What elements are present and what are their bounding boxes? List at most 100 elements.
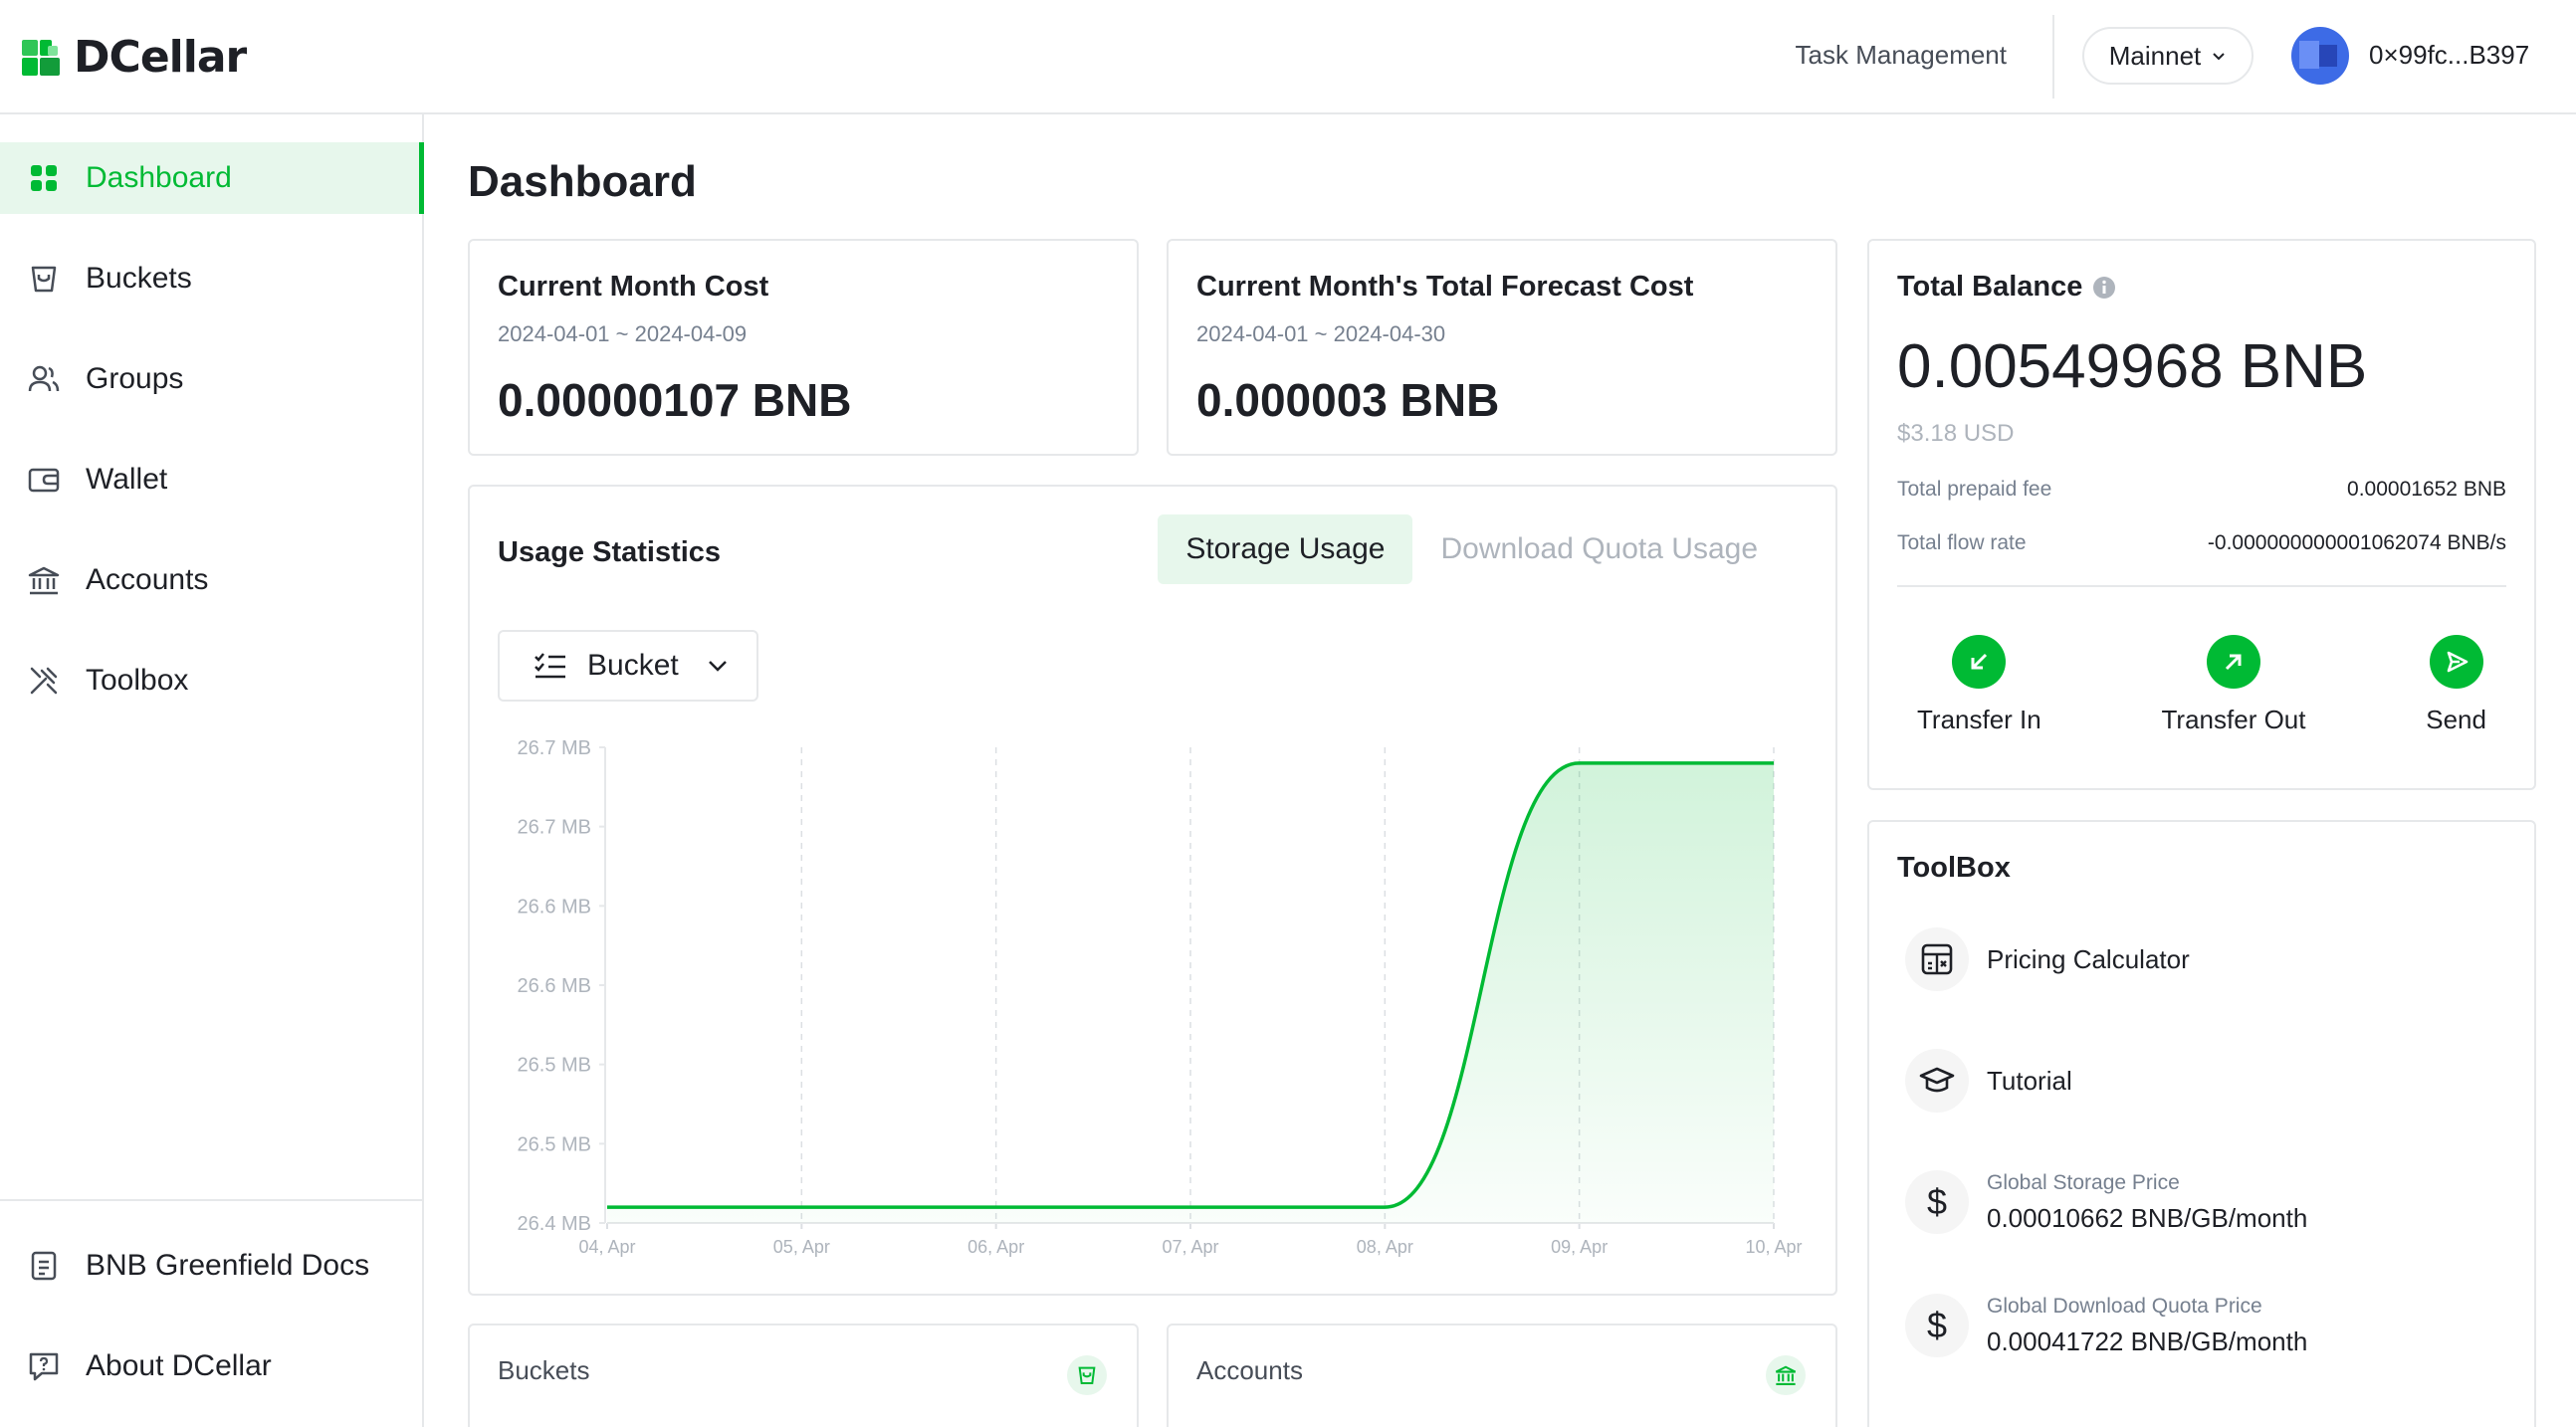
dollar-icon: $ <box>1905 1170 1969 1234</box>
send-label: Send <box>2426 705 2486 734</box>
chevron-down-icon <box>2213 53 2225 61</box>
pricing-calculator-link[interactable]: Pricing Calculator <box>1905 927 2190 991</box>
bank-icon <box>26 562 62 598</box>
card-title: Buckets <box>498 1355 590 1385</box>
sidebar-item-wallet[interactable]: Wallet <box>0 444 424 515</box>
y-tick-label: 26.6 MB <box>518 975 591 997</box>
sidebar-item-groups[interactable]: Groups <box>0 343 424 415</box>
task-management-link[interactable]: Task Management <box>1796 40 2007 71</box>
date-range: 2024-04-01 ~ 2024-04-30 <box>1196 321 1446 346</box>
x-tick-label: 04, Apr <box>578 1237 635 1257</box>
tutorial-link[interactable]: Tutorial <box>1905 1049 2072 1113</box>
network-selector[interactable]: Mainnet <box>2082 27 2254 85</box>
download-price-label: Global Download Quota Price <box>1987 1294 2262 1318</box>
groups-icon <box>26 361 62 397</box>
total-balance-card: Total Balance 0.00549968 BNB $3.18 USD T… <box>1867 239 2536 790</box>
send-button[interactable]: Send <box>2426 635 2486 735</box>
bank-icon <box>1766 1355 1806 1395</box>
page-title: Dashboard <box>468 157 697 206</box>
transfer-out-button[interactable]: Transfer Out <box>2161 635 2306 735</box>
x-tick-label: 08, Apr <box>1357 1237 1413 1257</box>
balance-actions: Transfer In Transfer Out Send <box>1897 635 2506 735</box>
tab-storage-usage[interactable]: Storage Usage <box>1158 514 1413 584</box>
arrow-up-right-icon <box>2207 635 2260 689</box>
transfer-in-button[interactable]: Transfer In <box>1917 635 2041 735</box>
checklist-icon <box>535 653 565 679</box>
chevron-down-icon <box>708 661 727 672</box>
app-logo[interactable]: DCellar <box>20 32 247 83</box>
flow-rate-label: Total flow rate <box>1897 531 2027 554</box>
forecast-value: 0.000003 BNB <box>1196 374 1500 426</box>
wallet-avatar[interactable] <box>2291 27 2349 85</box>
document-icon <box>26 1248 62 1284</box>
y-tick-label: 26.7 MB <box>518 817 591 839</box>
transfer-in-label: Transfer In <box>1917 705 2041 734</box>
wallet-icon <box>26 462 62 498</box>
card-title: Current Month's Total Forecast Cost <box>1196 271 1694 303</box>
prepaid-fee-row: Total prepaid fee 0.00001652 BNB <box>1897 478 2506 502</box>
y-tick-label: 26.5 MB <box>518 1133 591 1155</box>
balance-usd: $3.18 USD <box>1897 420 2015 447</box>
global-storage-price: $ Global Storage Price 0.00010662 BNB/GB… <box>1905 1170 2307 1234</box>
transfer-out-label: Transfer Out <box>2161 705 2306 734</box>
wallet-address[interactable]: 0×99fc...B397 <box>2369 40 2529 71</box>
x-tick-label: 06, Apr <box>967 1237 1024 1257</box>
storage-price-label: Global Storage Price <box>1987 1170 2180 1194</box>
bucket-filter-label: Bucket <box>587 649 679 682</box>
dashboard-icon <box>26 160 62 196</box>
x-tick-label: 09, Apr <box>1551 1237 1608 1257</box>
sidebar-divider <box>0 1199 422 1201</box>
global-download-quota-price: $ Global Download Quota Price 0.00041722… <box>1905 1294 2307 1357</box>
balance-title-text: Total Balance <box>1897 271 2083 303</box>
storage-price-value: 0.00010662 BNB/GB/month <box>1987 1202 2308 1233</box>
balance-amount-unit: BNB <box>2240 332 2368 401</box>
buckets-summary-card[interactable]: Buckets <box>468 1324 1139 1427</box>
sidebar-item-buckets[interactable]: Buckets <box>0 243 424 314</box>
toolbox-title: ToolBox <box>1897 852 2011 884</box>
sidebar-item-about[interactable]: About DCellar <box>0 1330 424 1402</box>
tools-icon <box>26 663 62 699</box>
cost-value: 0.00000107 BNB <box>498 374 852 426</box>
sidebar-item-label: Dashboard <box>86 161 232 194</box>
storage-usage-chart: 26.7 MB 26.7 MB 26.6 MB 26.6 MB 26.5 MB 26.5 … <box>518 737 1803 1257</box>
tab-download-quota-usage[interactable]: Download Quota Usage <box>1412 514 1786 584</box>
sidebar-item-docs[interactable]: BNB Greenfield Docs <box>0 1230 424 1302</box>
card-title: Accounts <box>1196 1355 1303 1385</box>
send-icon <box>2429 635 2483 689</box>
forecast-cost-card: Current Month's Total Forecast Cost 2024… <box>1167 239 1837 456</box>
sidebar-item-label: Groups <box>86 362 184 395</box>
download-price-value: 0.00041722 BNB/GB/month <box>1987 1325 2308 1356</box>
x-tick-label: 05, Apr <box>773 1237 830 1257</box>
bucket-icon <box>1067 1355 1107 1395</box>
tutorial-label: Tutorial <box>1987 1065 2072 1096</box>
info-icon[interactable] <box>2092 276 2116 300</box>
balance-title: Total Balance <box>1897 271 2506 304</box>
accounts-summary-card[interactable]: Accounts <box>1167 1324 1837 1427</box>
usage-statistics-card: Usage Statistics Storage Usage Download … <box>468 485 1837 1296</box>
toolbox-card: ToolBox Pricing Calculator Tutorial $ Gl… <box>1867 820 2536 1427</box>
sidebar: Dashboard Buckets Groups Wallet Accounts… <box>0 114 424 1427</box>
y-tick-label: 26.7 MB <box>518 737 591 759</box>
network-label: Mainnet <box>2108 40 2202 71</box>
dollar-icon: $ <box>1905 1294 1969 1357</box>
graduation-cap-icon <box>1905 1049 1969 1113</box>
balance-divider <box>1897 585 2506 587</box>
sidebar-item-label: Wallet <box>86 463 168 496</box>
usage-title: Usage Statistics <box>498 536 722 568</box>
card-title: Current Month Cost <box>498 271 769 303</box>
sidebar-item-accounts[interactable]: Accounts <box>0 544 424 616</box>
sidebar-item-label: Accounts <box>86 563 209 596</box>
x-tick-label: 07, Apr <box>1162 1237 1218 1257</box>
y-tick-label: 26.6 MB <box>518 896 591 917</box>
sidebar-item-dashboard[interactable]: Dashboard <box>0 142 424 214</box>
pricing-calculator-label: Pricing Calculator <box>1987 943 2190 974</box>
flow-rate-value: -0.000000000001062074 BNB/s <box>2207 531 2506 554</box>
current-month-cost-card: Current Month Cost 2024-04-01 ~ 2024-04-… <box>468 239 1139 456</box>
sidebar-item-label: BNB Greenfield Docs <box>86 1249 370 1282</box>
top-header: DCellar Task Management Mainnet 0×99fc..… <box>0 0 2576 114</box>
usage-tabs: Storage Usage Download Quota Usage <box>1158 514 1786 584</box>
prepaid-fee-label: Total prepaid fee <box>1897 478 2052 501</box>
bucket-filter-select[interactable]: Bucket <box>498 630 758 702</box>
y-tick-label: 26.4 MB <box>518 1213 591 1235</box>
sidebar-item-toolbox[interactable]: Toolbox <box>0 645 424 716</box>
